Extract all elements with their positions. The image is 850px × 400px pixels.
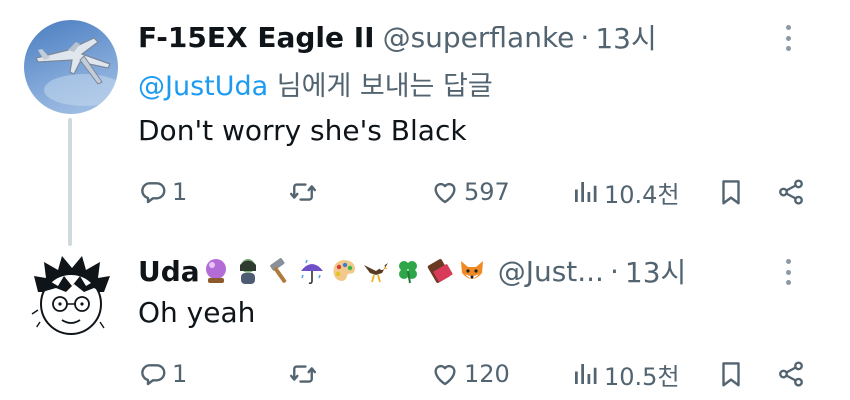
retweet-button[interactable] — [288, 172, 322, 212]
reply-to-line: @JustUda 님에게 보내는 답글 — [138, 64, 493, 103]
timestamp[interactable]: 13시 — [595, 17, 656, 57]
separator-dot: · — [609, 254, 619, 288]
bookmark-icon — [722, 362, 740, 387]
bookmark-button[interactable] — [716, 354, 746, 394]
crystal-ball-icon — [205, 259, 226, 283]
like-count: 120 — [464, 360, 510, 388]
eagle-icon — [363, 263, 388, 283]
like-button[interactable]: 597 — [430, 172, 510, 212]
more-options-icon[interactable] — [786, 25, 792, 51]
bookmark-icon — [722, 180, 740, 205]
bookmark-button[interactable] — [716, 172, 746, 212]
view-count: 10.4천 — [604, 180, 680, 209]
author-handle[interactable]: @superflanke — [383, 21, 575, 54]
more-options-icon[interactable] — [786, 259, 792, 285]
hammer-icon — [269, 258, 286, 283]
view-count: 10.5천 — [604, 362, 680, 391]
tweet-header: Uda @Just... · 13시 — [138, 251, 826, 291]
share-button[interactable] — [776, 172, 806, 212]
tweet-1[interactable]: F-15EX Eagle II @superflanke · 13시 @Just… — [0, 0, 850, 246]
fighter-jet-avatar-icon — [35, 37, 118, 106]
avatar[interactable] — [24, 20, 118, 114]
tweet-text: Don't worry she's Black — [138, 114, 467, 147]
reply-count: 1 — [172, 178, 188, 206]
share-button[interactable] — [776, 354, 806, 394]
like-count: 597 — [464, 178, 510, 206]
thread-line — [68, 118, 72, 246]
reply-icon — [141, 182, 166, 204]
timestamp[interactable]: 13시 — [625, 251, 686, 291]
separator-dot: · — [580, 20, 590, 54]
avatar[interactable] — [24, 248, 118, 342]
woman-zombie-icon — [239, 259, 256, 284]
author-name[interactable]: F-15EX Eagle II — [138, 21, 375, 54]
heart-icon — [434, 364, 456, 386]
chocolate-bar-icon — [427, 259, 453, 283]
reply-button[interactable]: 1 — [138, 172, 187, 212]
reply-icon — [141, 364, 166, 386]
views-chart-icon — [575, 182, 597, 202]
artist-palette-icon — [333, 260, 355, 281]
retweet-icon — [289, 365, 317, 383]
tweet-header: F-15EX Eagle II @superflanke · 13시 — [138, 17, 826, 57]
like-button[interactable]: 120 — [430, 354, 510, 394]
heart-icon — [434, 182, 456, 204]
author-name[interactable]: Uda — [138, 255, 200, 288]
umbrella-rain-icon — [300, 259, 323, 285]
views-button[interactable]: 10.4천 — [570, 172, 680, 212]
four-leaf-clover-icon — [398, 261, 417, 284]
action-bar: 1 120 10.5천 — [138, 354, 818, 394]
views-button[interactable]: 10.5천 — [570, 354, 680, 394]
retweet-icon — [289, 183, 317, 201]
tweet-2[interactable]: Uda @Just... · 13시 Oh yeah 1 120 10.5천 — [0, 240, 850, 400]
reply-to-mention[interactable]: @JustUda — [138, 71, 268, 102]
reply-count: 1 — [172, 360, 188, 388]
action-bar: 1 597 10.4천 — [138, 172, 818, 212]
fox-face-icon — [460, 261, 483, 279]
name-emojis — [202, 257, 490, 285]
retweet-button[interactable] — [288, 354, 322, 394]
reply-button[interactable]: 1 — [138, 354, 187, 394]
cartoon-face-avatar-icon — [31, 256, 110, 335]
tweet-text: Oh yeah — [138, 296, 256, 329]
reply-to-suffix: 님에게 보내는 답글 — [268, 71, 493, 102]
author-handle[interactable]: @Just... — [498, 255, 604, 288]
share-icon — [779, 361, 803, 387]
share-icon — [779, 179, 803, 205]
views-chart-icon — [575, 364, 597, 384]
